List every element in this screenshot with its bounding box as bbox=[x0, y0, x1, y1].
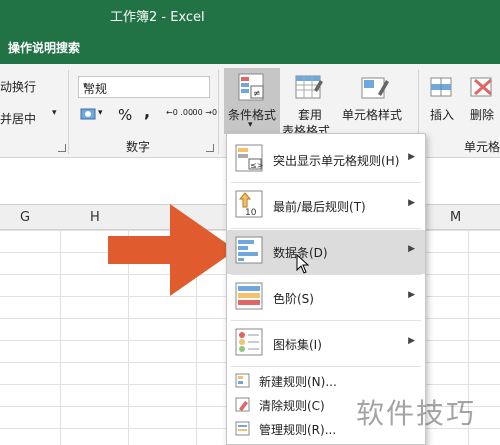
number-launcher-icon[interactable] bbox=[206, 144, 214, 152]
submenu-arrow-icon: ▶ bbox=[408, 290, 415, 300]
menu-item-new-rule[interactable]: 新建规则(N)... bbox=[227, 370, 425, 392]
percent-button[interactable]: % bbox=[118, 106, 132, 124]
ribbon-separator bbox=[68, 70, 69, 154]
comma-button[interactable]: , bbox=[144, 102, 150, 121]
tell-me-bar: 操作说明搜索 bbox=[0, 30, 500, 64]
wrap-text-button[interactable]: 动换行 bbox=[0, 78, 36, 95]
alignment-launcher-icon[interactable] bbox=[58, 144, 66, 152]
svg-text:≠: ≠ bbox=[253, 89, 261, 99]
highlight-rules-icon: ≤> bbox=[235, 144, 263, 172]
merge-dropdown-icon[interactable]: ▾ bbox=[52, 108, 57, 118]
icon-sets-icon bbox=[235, 328, 263, 356]
currency-dropdown-icon[interactable]: ▾ bbox=[98, 108, 103, 118]
mouse-cursor-icon bbox=[296, 254, 310, 274]
number-group-label: 数字 bbox=[126, 140, 151, 154]
submenu-arrow-icon: ▶ bbox=[408, 198, 415, 208]
menu-item-label: 图标集(I) bbox=[273, 338, 322, 352]
submenu-arrow-icon: ▶ bbox=[408, 152, 415, 162]
menu-item-highlight-rules[interactable]: ≤> 突出显示单元格规则(H) ▶ bbox=[227, 138, 425, 182]
cell-style-icon bbox=[361, 77, 389, 99]
format-as-table-button[interactable]: 套用 表格格式 bbox=[282, 68, 336, 138]
window-title: 工作簿2 - Excel bbox=[110, 10, 205, 25]
menu-item-label: 最前/最后规则(T) bbox=[273, 200, 366, 214]
delete-cells-icon bbox=[470, 77, 492, 97]
currency-icon[interactable] bbox=[80, 106, 98, 122]
chevron-down-icon: ▾ bbox=[83, 81, 88, 91]
arrow-annotation-icon bbox=[108, 204, 236, 296]
svg-text:≤>: ≤> bbox=[250, 161, 263, 170]
menu-separator bbox=[231, 274, 421, 275]
menu-separator bbox=[231, 366, 421, 367]
menu-item-label: 新建规则(N)... bbox=[259, 375, 337, 389]
decrease-decimal-button[interactable]: .00 →0 bbox=[190, 108, 217, 117]
menu-item-color-scales[interactable]: 色阶(S) ▶ bbox=[227, 276, 425, 320]
menu-separator bbox=[231, 182, 421, 183]
insert-button[interactable]: 插入 bbox=[422, 68, 462, 134]
manage-rules-icon bbox=[235, 421, 250, 436]
menu-item-data-bars[interactable]: 数据条(D) ▶ bbox=[227, 230, 425, 274]
new-rule-icon bbox=[235, 373, 250, 388]
top-bottom-rules-icon: 10 bbox=[235, 190, 263, 218]
column-header-m[interactable]: M bbox=[450, 210, 461, 225]
column-header-h[interactable]: H bbox=[90, 210, 100, 225]
delete-label: 删除 bbox=[470, 108, 495, 122]
submenu-arrow-icon: ▶ bbox=[408, 336, 415, 346]
menu-item-label: 清除规则(C) bbox=[259, 399, 325, 413]
menu-item-label: 色阶(S) bbox=[273, 292, 314, 306]
insert-cells-icon bbox=[430, 77, 452, 97]
cells-group-label: 单元格 bbox=[464, 140, 500, 154]
tell-me-search[interactable]: 操作说明搜索 bbox=[8, 39, 80, 56]
menu-item-label: 突出显示单元格规则(H) bbox=[273, 154, 400, 168]
watermark-text: 软件技巧 bbox=[356, 397, 477, 430]
insert-label: 插入 bbox=[430, 108, 455, 122]
cell-style-label: 单元格样式 bbox=[342, 108, 403, 122]
data-bars-icon bbox=[235, 236, 263, 264]
delete-button[interactable]: 删除 bbox=[464, 68, 500, 134]
menu-item-label: 管理规则(R)... bbox=[259, 423, 337, 437]
clear-rules-icon bbox=[235, 397, 250, 412]
format-as-table-label-1: 套用 bbox=[298, 108, 323, 122]
ribbon-separator bbox=[218, 70, 219, 154]
merge-center-button[interactable]: 并居中 bbox=[0, 110, 36, 127]
menu-separator bbox=[231, 228, 421, 229]
conditional-format-icon: ≠ bbox=[238, 73, 264, 101]
title-bar: 工作簿2 - Excel bbox=[0, 0, 500, 30]
svg-text:10: 10 bbox=[245, 208, 257, 218]
increase-decimal-button[interactable]: ←0 .00 bbox=[166, 108, 193, 117]
cell-style-button[interactable]: 单元格样式 bbox=[340, 68, 410, 134]
column-header-g[interactable]: G bbox=[20, 210, 30, 225]
menu-item-top-bottom-rules[interactable]: 10 最前/最后规则(T) ▶ bbox=[227, 184, 425, 228]
color-scales-icon bbox=[235, 282, 263, 310]
menu-separator bbox=[231, 320, 421, 321]
table-format-icon bbox=[295, 75, 323, 99]
number-format-combo[interactable]: 常规 ▾ bbox=[78, 76, 210, 98]
menu-item-icon-sets[interactable]: 图标集(I) ▶ bbox=[227, 322, 425, 366]
conditional-format-button[interactable]: ≠ 条件格式 ▾ bbox=[224, 68, 280, 134]
submenu-arrow-icon: ▶ bbox=[408, 244, 415, 254]
chevron-down-icon: ▾ bbox=[248, 120, 253, 130]
